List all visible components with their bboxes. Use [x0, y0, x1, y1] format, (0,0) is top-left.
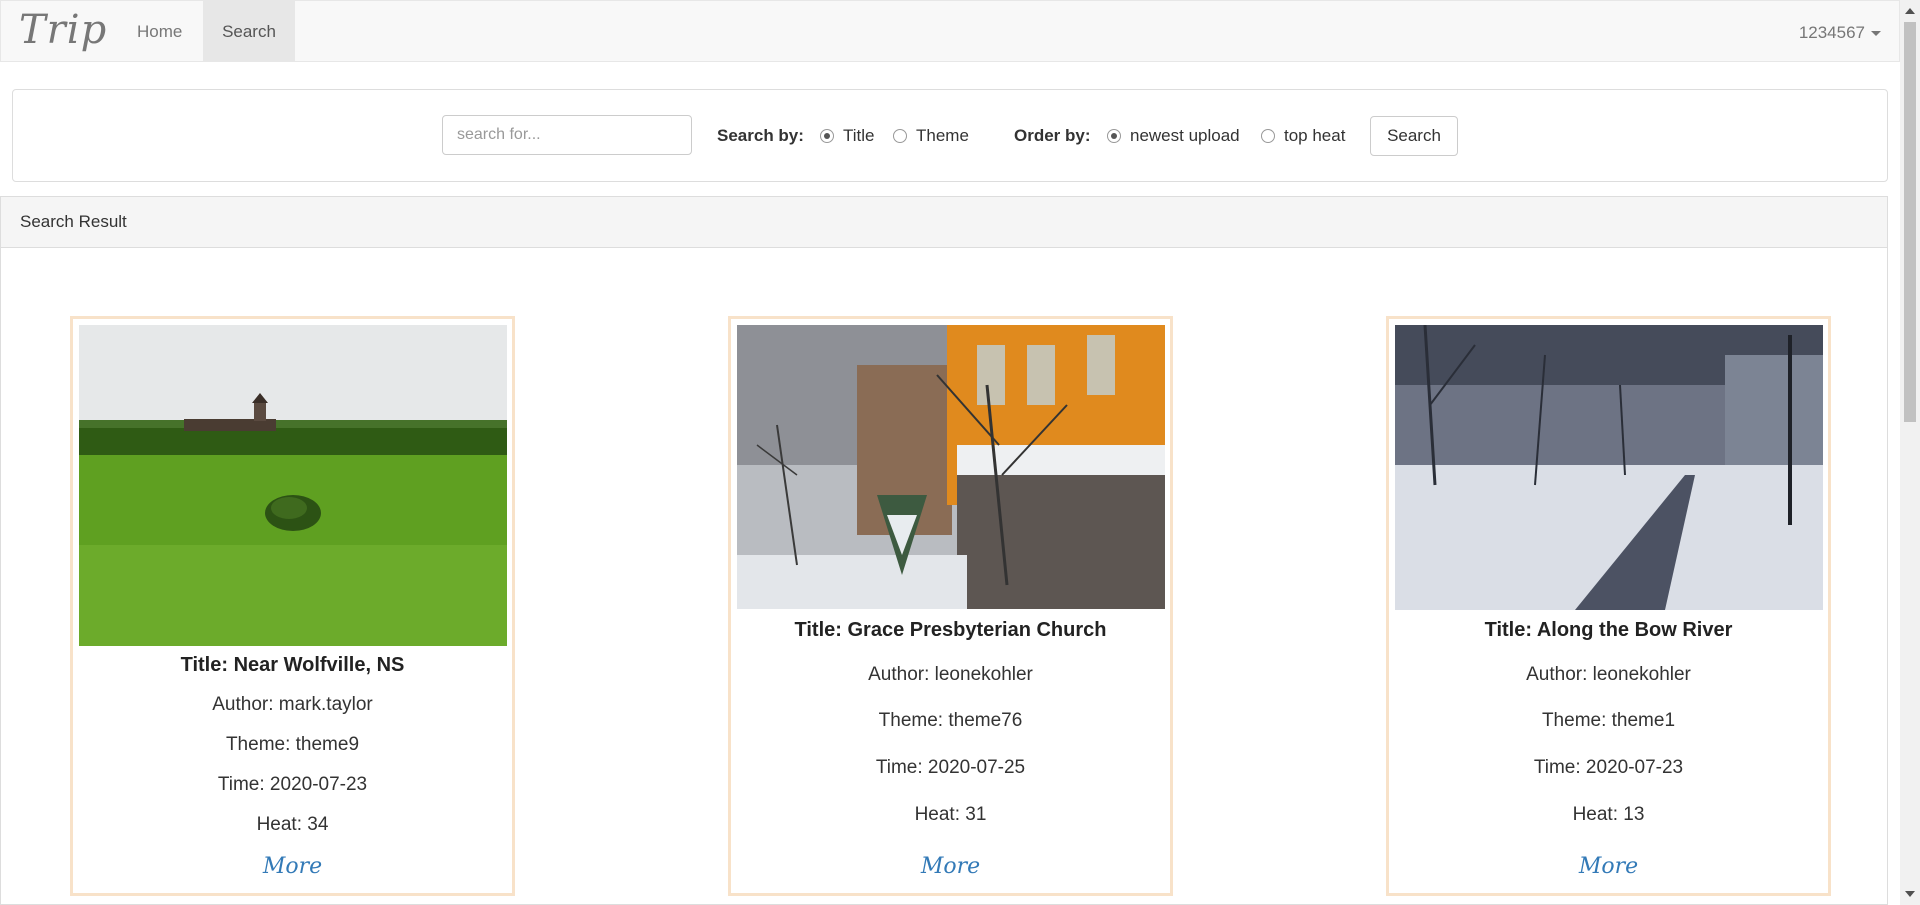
- search-input[interactable]: [442, 115, 692, 155]
- order-by-newest-radio[interactable]: newest upload: [1107, 126, 1240, 146]
- user-dropdown[interactable]: 1234567: [1799, 1, 1881, 63]
- radio-label: top heat: [1284, 126, 1346, 145]
- radio-checked-icon: [820, 129, 834, 143]
- radio-label: Theme: [916, 126, 969, 145]
- card-author: Author: leonekohler: [868, 664, 1033, 685]
- card-more-link[interactable]: More: [1389, 854, 1828, 879]
- search-button[interactable]: Search: [1370, 116, 1458, 156]
- card-heat: Heat: 13: [1572, 804, 1645, 825]
- brand-logo[interactable]: Trip: [19, 7, 107, 53]
- search-by-title-radio[interactable]: Title: [820, 126, 875, 146]
- green-field-photo[interactable]: [79, 325, 507, 646]
- order-by-label: Order by:: [1014, 126, 1091, 145]
- search-by-theme-radio[interactable]: Theme: [893, 126, 969, 146]
- search-panel: Search by: Title Theme Order by: newest …: [12, 89, 1888, 182]
- card-theme: Theme: theme9: [225, 734, 360, 755]
- caret-down-icon: [1871, 31, 1881, 37]
- snowy-path-photo[interactable]: [1395, 325, 1823, 610]
- radio-label: newest upload: [1130, 126, 1240, 145]
- card-title: Title: Near Wolfville, NS: [180, 654, 405, 676]
- card-author: Author: mark.taylor: [212, 694, 373, 715]
- order-by-top-heat-radio[interactable]: top heat: [1261, 126, 1345, 146]
- nav-search-link[interactable]: Search: [203, 1, 295, 62]
- search-by-label: Search by:: [717, 126, 804, 145]
- scroll-down-arrow-icon[interactable]: [1905, 891, 1915, 897]
- card-title: Title: Grace Presbyterian Church: [794, 619, 1107, 641]
- card-heat: Heat: 34: [256, 814, 329, 835]
- radio-unchecked-icon: [893, 129, 907, 143]
- search-result-heading: Search Result: [1, 197, 1887, 248]
- card-more-link[interactable]: More: [731, 854, 1170, 879]
- card-author: Author: leonekohler: [1526, 664, 1691, 685]
- result-card: Title: Grace Presbyterian Church Author:…: [728, 316, 1173, 896]
- card-time: Time: 2020-07-25: [875, 757, 1026, 778]
- card-time: Time: 2020-07-23: [217, 774, 368, 795]
- vertical-scrollbar[interactable]: [1900, 0, 1920, 905]
- card-heat: Heat: 31: [914, 804, 987, 825]
- scroll-up-arrow-icon[interactable]: [1905, 8, 1915, 14]
- top-navbar: Trip Home Search 1234567: [0, 0, 1900, 62]
- result-card: Title: Along the Bow River Author: leone…: [1386, 316, 1831, 896]
- card-time: Time: 2020-07-23: [1533, 757, 1684, 778]
- search-result-panel: Search Result Title: Near Wolfville, NS …: [0, 196, 1888, 905]
- user-name: 1234567: [1798, 23, 1865, 42]
- radio-unchecked-icon: [1261, 129, 1275, 143]
- result-card: Title: Near Wolfville, NS Author: mark.t…: [70, 316, 515, 896]
- snowy-church-photo[interactable]: [737, 325, 1165, 609]
- radio-checked-icon: [1107, 129, 1121, 143]
- radio-label: Title: [843, 126, 875, 145]
- card-more-link[interactable]: More: [73, 854, 512, 879]
- nav-home-link[interactable]: Home: [119, 1, 200, 62]
- scroll-thumb[interactable]: [1904, 22, 1916, 422]
- card-theme: Theme: theme1: [1541, 710, 1676, 731]
- card-title: Title: Along the Bow River: [1484, 619, 1733, 641]
- card-theme: Theme: theme76: [878, 710, 1023, 731]
